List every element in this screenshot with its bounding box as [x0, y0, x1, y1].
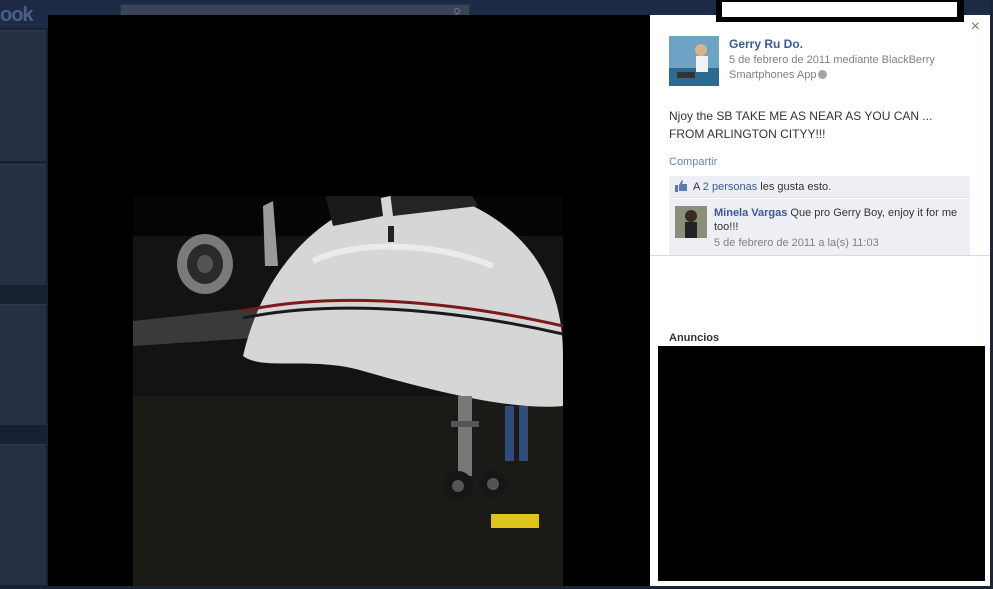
- panel-divider: [650, 255, 990, 256]
- background-thumbnail[interactable]: [0, 304, 46, 425]
- post-message: Njoy the SB TAKE ME AS NEAR AS YOU CAN .…: [669, 109, 933, 141]
- background-thumbnail[interactable]: [0, 444, 46, 585]
- likes-suffix: les gusta esto.: [757, 181, 832, 193]
- author-avatar[interactable]: [669, 36, 719, 86]
- likes-sentence: A 2 personas les gusta esto.: [669, 176, 970, 198]
- jet-photo: [133, 196, 563, 586]
- post-author-link[interactable]: Gerry Ru Do.: [729, 37, 803, 51]
- post-meta-text: 5 de febrero de 2011 mediante BlackBerry…: [729, 54, 935, 81]
- globe-icon: [818, 70, 828, 79]
- ads-heading: Anuncios: [669, 332, 720, 344]
- facebook-logo: ook: [0, 4, 34, 26]
- likes-prefix: A: [693, 181, 703, 193]
- comment-body: Minela Vargas Que pro Gerry Boy, enjoy i…: [714, 206, 964, 250]
- background-thumbnail[interactable]: [0, 164, 46, 285]
- commenter-avatar[interactable]: [675, 206, 707, 238]
- redacted-bar: [716, 0, 964, 22]
- comment-timestamp[interactable]: 5 de febrero de 2011 a la(s) 11:03: [714, 236, 964, 250]
- photo-info-panel: × Gerry Ru Do. 5 de febrero de 2011 medi…: [650, 15, 990, 586]
- likes-count-link[interactable]: 2 personas: [703, 181, 757, 193]
- thumbs-up-icon: [675, 180, 687, 192]
- share-link[interactable]: Compartir: [669, 156, 717, 168]
- ads-area: [658, 346, 985, 581]
- feedback-box: A 2 personas les gusta esto. Minela Varg…: [669, 176, 970, 256]
- redacted-field: [722, 2, 957, 17]
- close-icon[interactable]: ×: [971, 19, 980, 35]
- photo-stage[interactable]: [48, 15, 650, 586]
- post-timestamp: 5 de febrero de 2011 mediante BlackBerry…: [729, 53, 959, 83]
- background-photo-strip: [0, 28, 48, 589]
- comment-item: Minela Vargas Que pro Gerry Boy, enjoy i…: [669, 198, 970, 256]
- background-thumbnail[interactable]: [0, 30, 46, 161]
- commenter-name-link[interactable]: Minela Vargas: [714, 207, 787, 219]
